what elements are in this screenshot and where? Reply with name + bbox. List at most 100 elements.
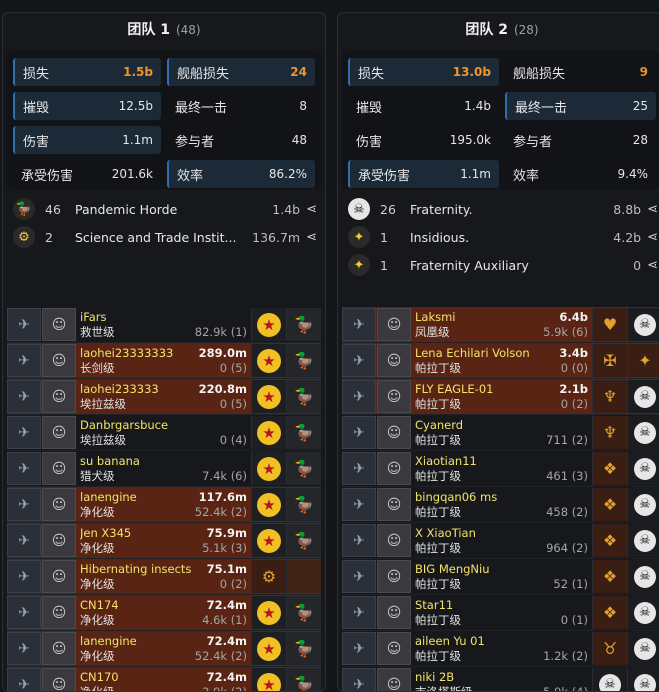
skull-icon[interactable]: ☠ xyxy=(627,524,659,557)
star-icon[interactable]: ★ xyxy=(251,632,286,665)
pilot-portrait[interactable]: ☺ xyxy=(42,452,76,485)
pilot-name[interactable]: Danbrgarsbuce xyxy=(80,418,168,433)
pilot-name[interactable]: niki 2B xyxy=(415,670,454,685)
ship-name[interactable]: 帕拉丁级 xyxy=(415,541,461,556)
corp-row[interactable]: ✦1Insidious.4.2b⋖ xyxy=(338,223,659,251)
ship-icon[interactable]: ✈ xyxy=(342,344,376,377)
ship-icon[interactable]: ✈ xyxy=(7,596,41,629)
pilot-portrait[interactable]: ☺ xyxy=(42,668,76,692)
ship-icon[interactable]: ✈ xyxy=(7,668,41,692)
pilot-name[interactable]: lanengine xyxy=(80,490,137,505)
pilot-portrait[interactable]: ☺ xyxy=(377,596,411,629)
ship-name[interactable]: 救世级 xyxy=(80,325,115,340)
ship-name[interactable]: 帕拉丁级 xyxy=(415,577,461,592)
ship-icon[interactable]: ✈ xyxy=(7,488,41,521)
ship-name[interactable]: 帕拉丁级 xyxy=(415,361,461,376)
ship-icon[interactable]: ✈ xyxy=(342,668,376,692)
pilot-row[interactable]: ✈☺Danbrgarsbuce埃拉兹级0 (4)★🦆 xyxy=(7,415,321,451)
star-icon[interactable]: ★ xyxy=(251,380,286,413)
pilot-portrait[interactable]: ☺ xyxy=(42,524,76,557)
pilot-row[interactable]: ✈☺lanengine117.6m净化级52.4k (2)★🦆 xyxy=(7,487,321,523)
share-icon[interactable]: ⋖ xyxy=(306,230,317,245)
pilot-row[interactable]: ✈☺BIG MengNiu帕拉丁级52 (1)❖☠ xyxy=(342,559,659,595)
ship-icon[interactable]: ✈ xyxy=(342,380,376,413)
pilot-name[interactable]: Cyanerd xyxy=(415,418,463,433)
skull-icon[interactable]: ☠ xyxy=(627,308,659,341)
pilot-portrait[interactable]: ☺ xyxy=(377,524,411,557)
faction-icon[interactable]: ❖ xyxy=(592,452,627,485)
pilot-portrait[interactable]: ☺ xyxy=(377,452,411,485)
ship-name[interactable]: 净化级 xyxy=(80,685,115,692)
ship-name[interactable]: 吉洛塔斯级 xyxy=(415,685,473,692)
corp-name[interactable]: Fraternity. xyxy=(410,202,607,217)
pilot-row[interactable]: ✈☺CN17472.4m净化级4.6k (1)★🦆 xyxy=(7,595,321,631)
ship-icon[interactable]: ✈ xyxy=(7,344,41,377)
pilot-portrait[interactable]: ☺ xyxy=(42,596,76,629)
corp-row[interactable]: ✦1Fraternity Auxiliary0⋖ xyxy=(338,251,659,279)
corp-row[interactable]: ⚙2Science and Trade Instit...136.7m⋖ xyxy=(3,223,325,251)
skull-icon[interactable]: ☠ xyxy=(627,668,659,692)
sparkle-icon[interactable]: ✦ xyxy=(627,344,659,377)
duck-icon[interactable]: 🦆 xyxy=(286,668,321,692)
corp-name[interactable]: Science and Trade Instit... xyxy=(75,230,246,245)
duck-icon[interactable]: 🦆 xyxy=(286,380,321,413)
pilot-name[interactable]: lanengine xyxy=(80,634,137,649)
duck-icon[interactable]: 🦆 xyxy=(286,488,321,521)
ship-icon[interactable]: ✈ xyxy=(342,488,376,521)
star-icon[interactable]: ★ xyxy=(251,488,286,521)
pilot-portrait[interactable]: ☺ xyxy=(377,344,411,377)
pilot-name[interactable]: CN174 xyxy=(80,598,119,613)
corp-name[interactable]: Insidious. xyxy=(410,230,607,245)
star-icon[interactable]: ★ xyxy=(251,596,286,629)
skull-icon[interactable]: ☠ xyxy=(627,596,659,629)
skull-icon[interactable]: ☠ xyxy=(627,416,659,449)
ship-icon[interactable]: ✈ xyxy=(342,416,376,449)
pilot-name[interactable]: Jen X345 xyxy=(80,526,131,541)
share-icon[interactable]: ⋖ xyxy=(306,202,317,217)
ship-icon[interactable]: ✈ xyxy=(342,560,376,593)
pilot-row[interactable]: ✈☺bingqan06 ms帕拉丁级458 (2)❖☠ xyxy=(342,487,659,523)
pilot-portrait[interactable]: ☺ xyxy=(42,488,76,521)
ship-name[interactable]: 净化级 xyxy=(80,613,115,628)
pilot-row[interactable]: ✈☺Xiaotian11帕拉丁级461 (3)❖☠ xyxy=(342,451,659,487)
ship-name[interactable]: 帕拉丁级 xyxy=(415,613,461,628)
pilot-row[interactable]: ✈☺su banana猎犬级7.4k (6)★🦆 xyxy=(7,451,321,487)
cross-icon[interactable]: ✠ xyxy=(592,344,627,377)
ship-name[interactable]: 净化级 xyxy=(80,505,115,520)
pilot-row[interactable]: ✈☺Lena Echilari Volson3.4b帕拉丁级0 (0)✠✦ xyxy=(342,343,659,379)
pilot-portrait[interactable]: ☺ xyxy=(42,632,76,665)
star-icon[interactable]: ★ xyxy=(251,668,286,692)
pilot-name[interactable]: CN170 xyxy=(80,670,119,685)
pilot-name[interactable]: FLY EAGLE-01 xyxy=(415,382,493,397)
ship-icon[interactable]: ✈ xyxy=(7,560,41,593)
ship-name[interactable]: 帕拉丁级 xyxy=(415,469,461,484)
faction-icon[interactable]: ❖ xyxy=(592,596,627,629)
share-icon[interactable]: ⋖ xyxy=(647,230,658,245)
star-icon[interactable]: ★ xyxy=(251,344,286,377)
skull-icon[interactable]: ☠ xyxy=(592,668,627,692)
ship-icon[interactable]: ✈ xyxy=(7,416,41,449)
pilot-name[interactable]: bingqan06 ms xyxy=(415,490,497,505)
duck-icon[interactable]: 🦆 xyxy=(286,308,321,341)
corp-row[interactable]: 🦆46Pandemic Horde1.4b⋖ xyxy=(3,195,325,223)
skull-icon[interactable]: ☠ xyxy=(627,452,659,485)
corp-name[interactable]: Pandemic Horde xyxy=(75,202,266,217)
ship-name[interactable]: 净化级 xyxy=(80,649,115,664)
pilot-name[interactable]: Lena Echilari Volson xyxy=(415,346,530,361)
corp-row[interactable]: ☠26Fraternity.8.8b⋖ xyxy=(338,195,659,223)
share-icon[interactable]: ⋖ xyxy=(647,202,658,217)
eagle-icon[interactable]: ♆ xyxy=(592,380,627,413)
star-icon[interactable]: ★ xyxy=(251,452,286,485)
pilot-name[interactable]: iFars xyxy=(80,310,107,325)
ship-icon[interactable]: ✈ xyxy=(7,632,41,665)
duck-icon[interactable]: 🦆 xyxy=(286,524,321,557)
ship-icon[interactable]: ✈ xyxy=(7,380,41,413)
pilot-row[interactable]: ✈☺laohei23333333289.0m长剑级0 (5)★🦆 xyxy=(7,343,321,379)
heart-icon[interactable]: ♥ xyxy=(592,308,627,341)
pilot-name[interactable]: X XiaoTian xyxy=(415,526,476,541)
bull-icon[interactable]: ♉ xyxy=(592,632,627,665)
pilot-row[interactable]: ✈☺Laksmi6.4b凤凰级5.9k (6)♥☠ xyxy=(342,307,659,343)
pilot-portrait[interactable]: ☺ xyxy=(377,380,411,413)
ship-name[interactable]: 猎犬级 xyxy=(80,469,115,484)
pilot-row[interactable]: ✈☺iFars救世级82.9k (1)★🦆 xyxy=(7,307,321,343)
